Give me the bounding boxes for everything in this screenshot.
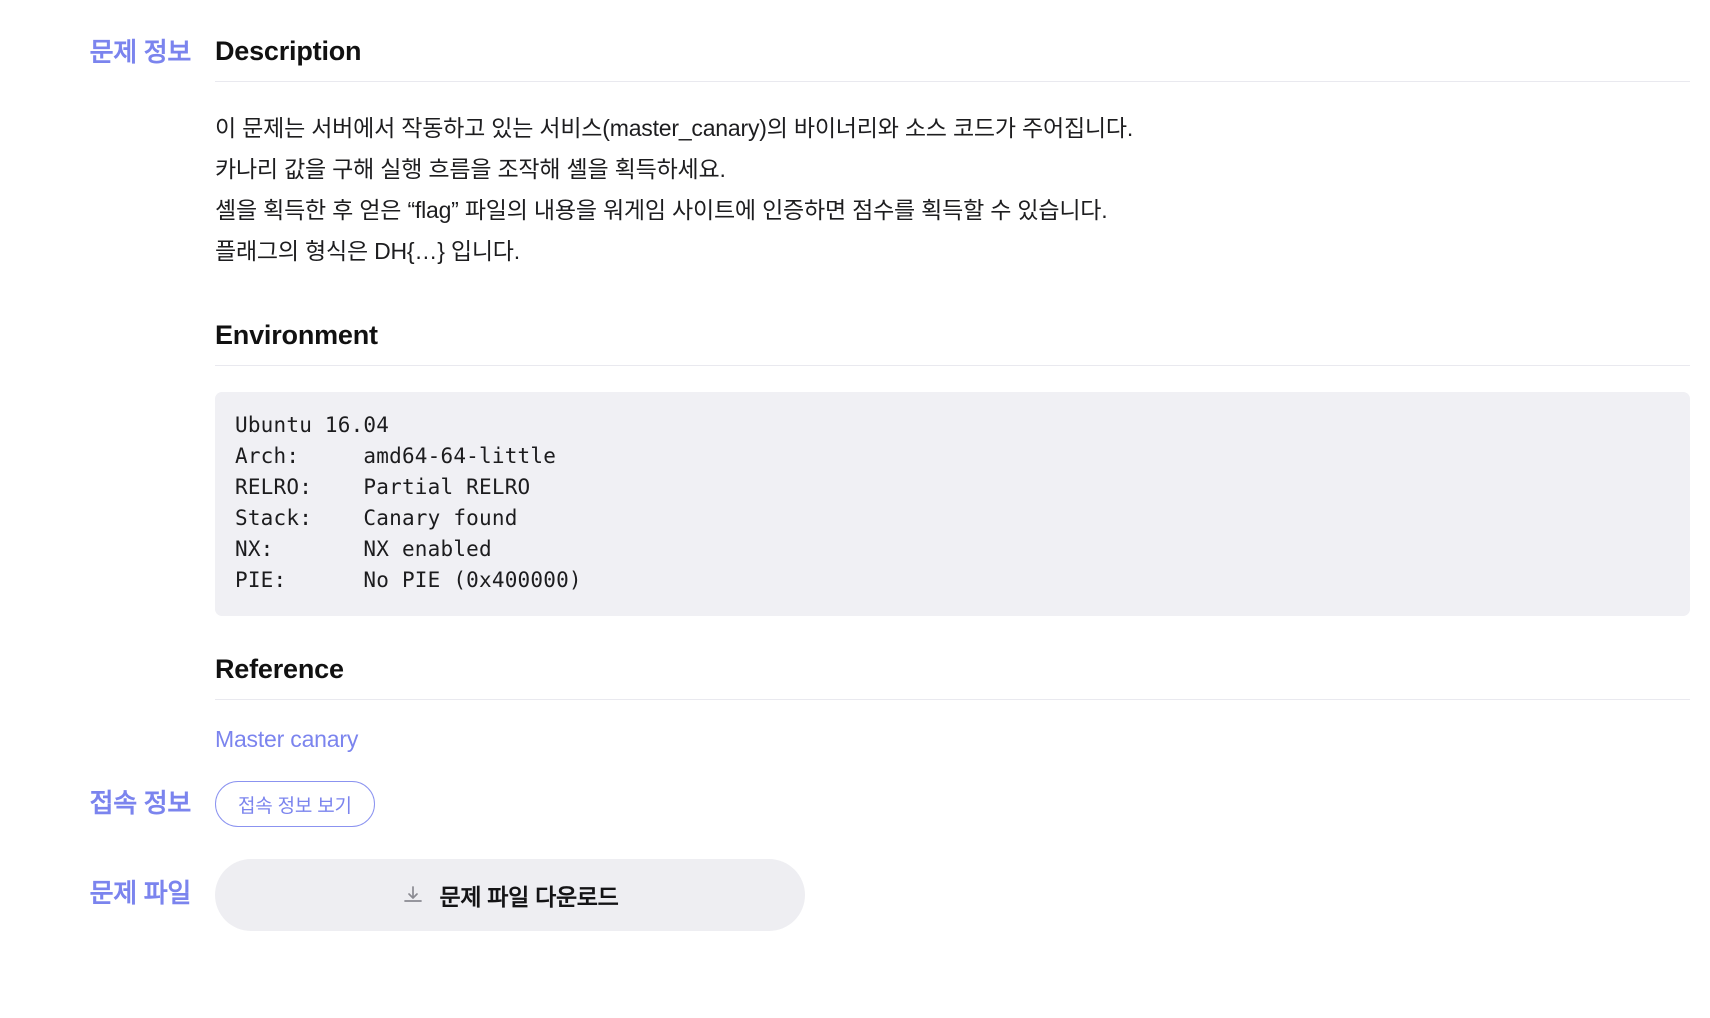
environment-code-line-1: Ubuntu 16.04 xyxy=(235,413,390,437)
description-line-2: 카나리 값을 구해 실행 흐름을 조작해 셸을 획득하세요. xyxy=(215,156,726,182)
environment-code-line-2: Arch: amd64-64-little xyxy=(235,444,557,468)
description-line-1: 이 문제는 서버에서 작동하고 있는 서비스(master_canary)의 바… xyxy=(215,115,1134,141)
sidebar-label-problem-file: 문제 파일 xyxy=(89,878,192,908)
reference-divider xyxy=(215,699,1690,700)
environment-heading: Environment xyxy=(215,320,378,350)
description-line-4: 플래그의 형식은 DH{…} 입니다. xyxy=(215,238,520,264)
environment-code-line-3: RELRO: Partial RELRO xyxy=(235,475,531,499)
view-access-info-button[interactable]: 접속 정보 보기 xyxy=(215,781,375,827)
description-line-3: 셸을 획득한 후 얻은 “flag” 파일의 내용을 워게임 사이트에 인증하면… xyxy=(215,197,1108,223)
description-block: Description 이 문제는 서버에서 작동하고 있는 서비스(maste… xyxy=(215,0,1690,272)
sidebar-label-problem-info: 문제 정보 xyxy=(89,37,192,67)
access-info-section: 접속 정보 접속 정보 보기 xyxy=(0,781,1710,827)
problem-file-section: 문제 파일 문제 파일 다운로드 xyxy=(0,859,1710,931)
access-info-label-column: 접속 정보 xyxy=(0,781,215,821)
reference-link-master-canary[interactable]: Master canary xyxy=(215,726,358,753)
challenge-detail-page: 문제 정보 Description 이 문제는 서버에서 작동하고 있는 서비스… xyxy=(0,0,1710,1018)
download-icon xyxy=(401,883,425,907)
description-heading: Description xyxy=(215,36,362,66)
problem-info-label-column: 문제 정보 xyxy=(0,0,215,70)
reference-heading: Reference xyxy=(215,654,344,684)
environment-code-line-5: NX: NX enabled xyxy=(235,537,492,561)
problem-file-label-column: 문제 파일 xyxy=(0,859,215,911)
problem-file-content: 문제 파일 다운로드 xyxy=(215,859,1710,931)
problem-info-content: Description 이 문제는 서버에서 작동하고 있는 서비스(maste… xyxy=(215,0,1710,753)
download-problem-file-button[interactable]: 문제 파일 다운로드 xyxy=(215,859,805,931)
environment-code-line-4: Stack: Canary found xyxy=(235,506,518,530)
environment-divider xyxy=(215,365,1690,366)
download-button-label: 문제 파일 다운로드 xyxy=(439,884,619,910)
access-info-content: 접속 정보 보기 xyxy=(215,781,1710,827)
reference-block: Reference Master canary xyxy=(215,616,1690,753)
environment-code-line-6: PIE: No PIE (0x400000) xyxy=(235,568,582,592)
sidebar-label-access-info: 접속 정보 xyxy=(89,788,192,818)
environment-code-block: Ubuntu 16.04 Arch: amd64-64-little RELRO: … xyxy=(215,392,1690,616)
description-divider xyxy=(215,81,1690,82)
problem-info-section: 문제 정보 Description 이 문제는 서버에서 작동하고 있는 서비스… xyxy=(0,0,1710,753)
environment-block: Environment Ubuntu 16.04 Arch: amd64-64-l… xyxy=(215,320,1690,616)
